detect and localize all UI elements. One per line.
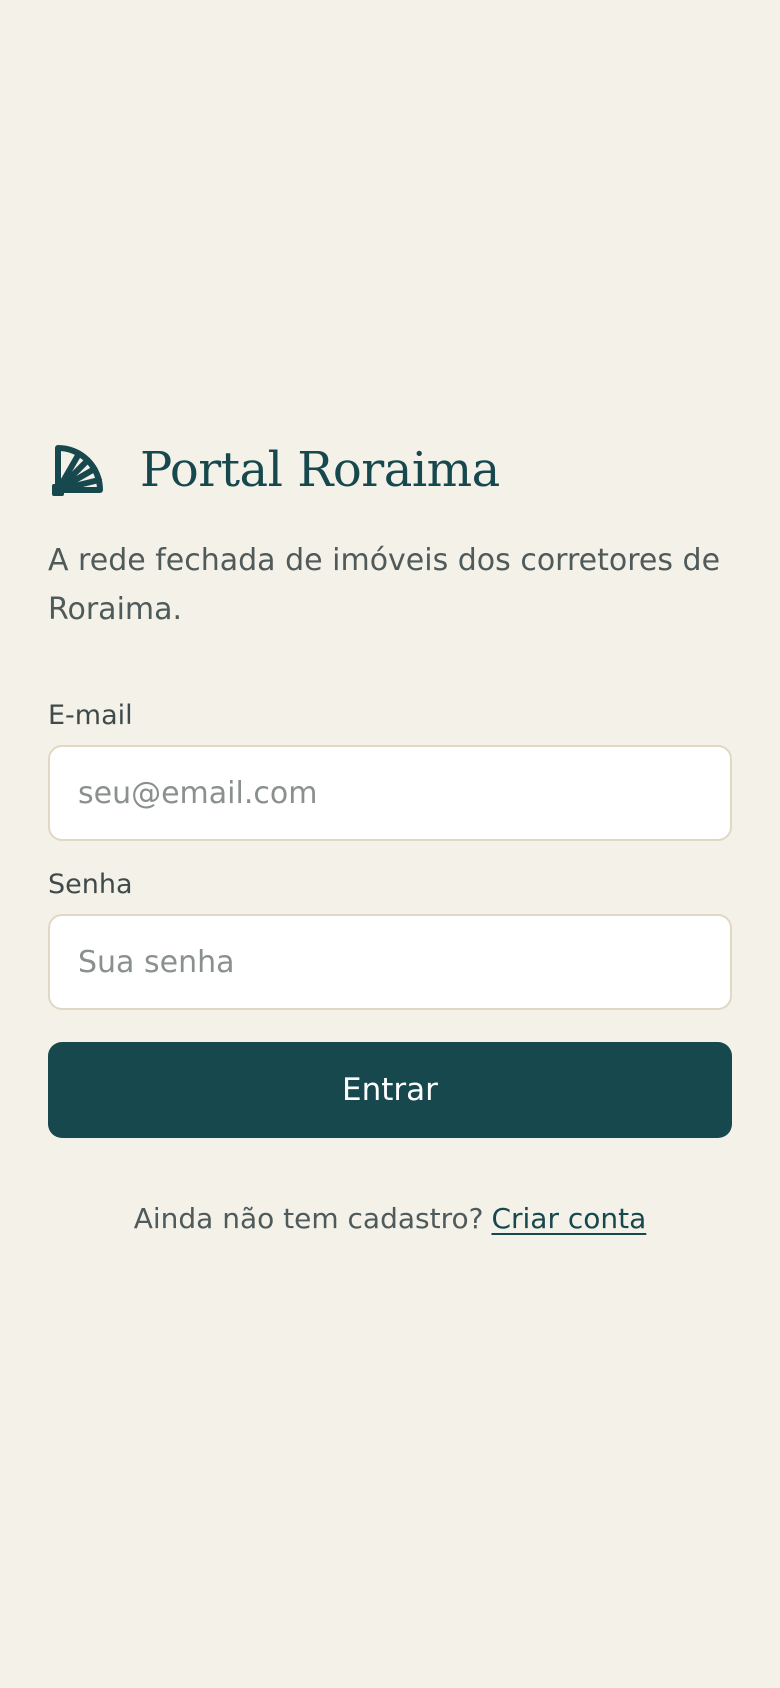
tagline: A rede fechada de imóveis dos corretores… [48, 543, 721, 627]
create-account-link[interactable]: Criar conta [491, 1202, 646, 1235]
login-button[interactable]: Entrar [48, 1042, 732, 1138]
brand-header: Portal Roraima [48, 440, 732, 500]
password-field[interactable] [48, 914, 732, 1010]
signup-prompt: Ainda não tem cadastro? [133, 1202, 484, 1235]
email-field[interactable] [48, 745, 732, 841]
signup-row: Ainda não tem cadastro? Criar conta [48, 1202, 732, 1235]
email-label: E-mail [48, 700, 133, 731]
password-label: Senha [48, 869, 133, 900]
brand-name: Portal Roraima [140, 442, 500, 498]
fan-logo-icon [48, 440, 108, 500]
login-panel: Portal Roraima A rede fechada de imóveis… [48, 440, 732, 1235]
